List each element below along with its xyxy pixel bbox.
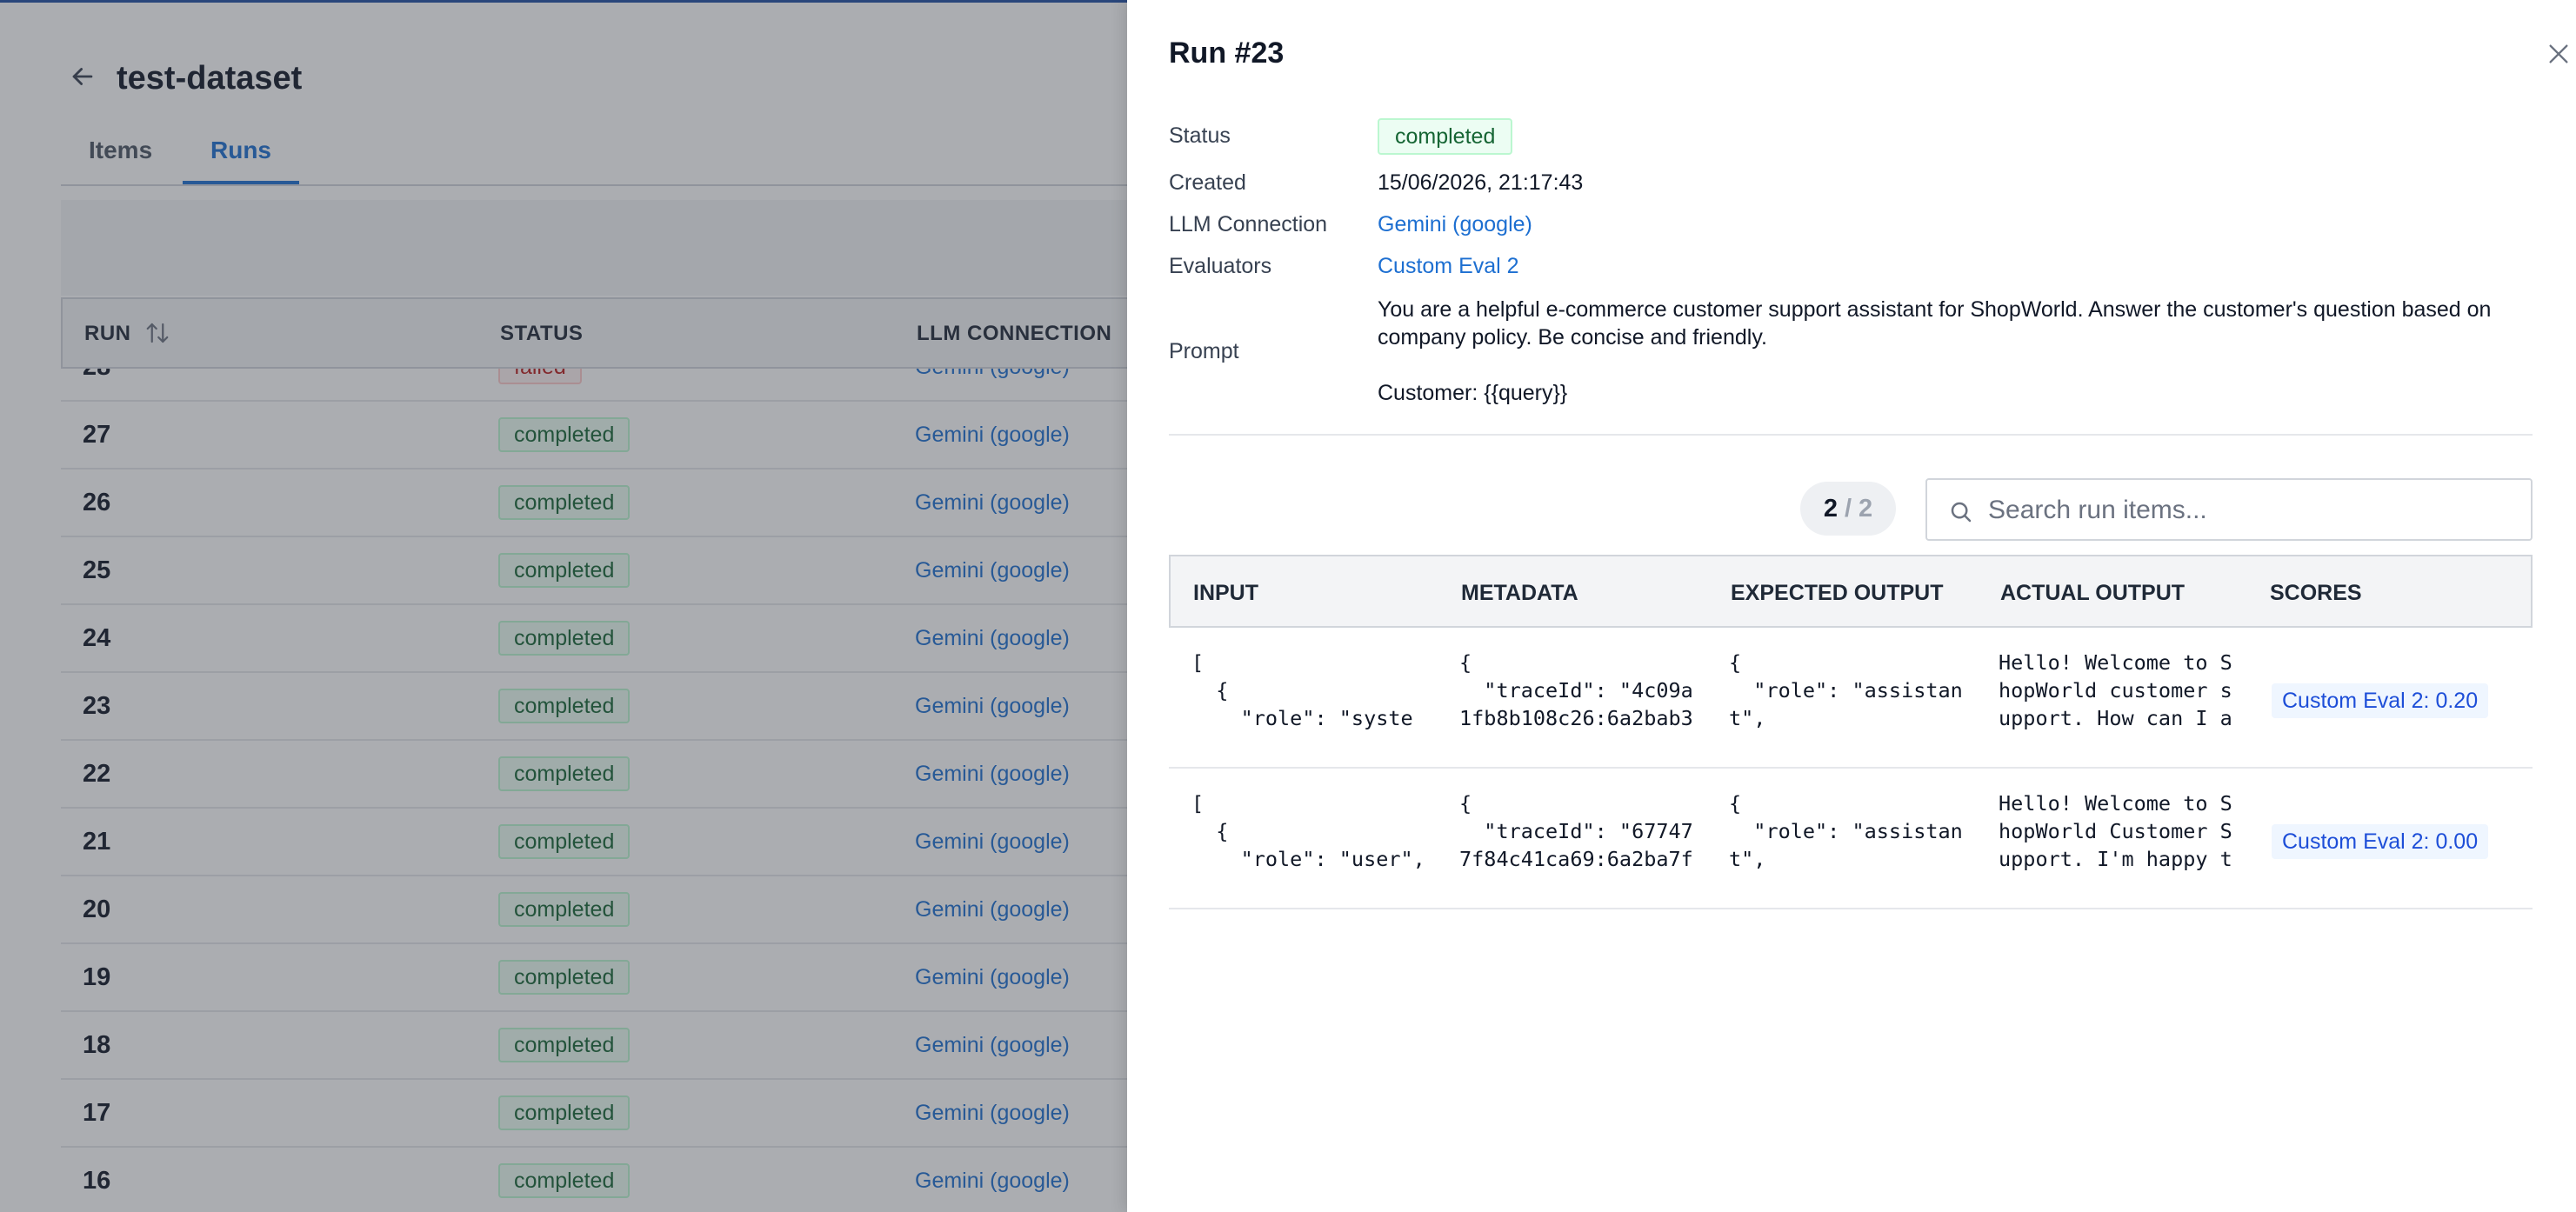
prompt-label: Prompt (1169, 339, 1239, 363)
run-item-row[interactable]: [ { "role": "user", "content": "I n { "t… (1169, 769, 2533, 909)
column-header-metadata: METADATA (1461, 581, 1578, 605)
section-divider (1169, 434, 2533, 436)
created-label: Created (1169, 170, 1246, 195)
item-expected-output-cell: { "role": "assistan t", "content": "Our … (1729, 650, 1963, 736)
modal-overlay[interactable] (0, 0, 1127, 1212)
item-count-pill: 2 / 2 (1800, 482, 1896, 536)
prompt-line: company policy. Be concise and friendly. (1378, 325, 1767, 350)
search-icon (1948, 499, 1974, 525)
item-count-total: 2 (1859, 494, 1873, 523)
search-box (1925, 478, 2533, 541)
run-items-table: INPUT METADATA EXPECTED OUTPUT ACTUAL OU… (1169, 555, 2533, 909)
status-badge: completed (1378, 118, 1513, 155)
prompt-gap (1378, 351, 2543, 379)
score-badge[interactable]: Custom Eval 2: 0.20 (2272, 683, 2489, 718)
run-item-row[interactable]: [ { "role": "syste m", { "traceId": "4c0… (1169, 628, 2533, 769)
run-detail-drawer: Run #23 Status completed Created 15/06/2… (1127, 0, 2576, 1212)
item-metadata-cell: { "traceId": "67747 7f84c41ca69:6a2ba7f … (1459, 791, 1693, 876)
llm-connection-link[interactable]: Gemini (google) (1378, 212, 1532, 237)
search-input[interactable] (1988, 489, 2519, 532)
item-metadata-cell: { "traceId": "4c09a 1fb8b108c26:6a2bab3 … (1459, 650, 1693, 736)
column-header-actual-output: ACTUAL OUTPUT (2000, 581, 2186, 605)
column-header-expected-output: EXPECTED OUTPUT (1731, 581, 1944, 605)
item-count-current: 2 (1823, 494, 1838, 523)
item-expected-output-cell: { "role": "assistan t", "content": "I've (1729, 791, 1963, 876)
item-actual-output-cell: Hello! Welcome to S hopWorld Customer S … (1999, 791, 2232, 876)
created-value: 15/06/2026, 21:17:43 (1378, 170, 1584, 195)
column-header-input: INPUT (1193, 581, 1258, 605)
prompt-line: You are a helpful e-commerce customer su… (1378, 297, 2492, 322)
prompt-text: You are a helpful e-commerce customer su… (1378, 296, 2543, 407)
item-count-separator: / (1844, 494, 1852, 523)
close-button[interactable] (2541, 35, 2576, 77)
item-actual-output-cell: Hello! Welcome to S hopWorld customer s … (1999, 650, 2232, 736)
drawer-title: Run #23 (1169, 37, 1285, 70)
close-icon (2545, 40, 2573, 72)
item-input-cell: [ { "role": "user", "content": "I n (1191, 791, 1425, 876)
column-header-scores: SCORES (2270, 581, 2362, 605)
score-badge[interactable]: Custom Eval 2: 0.00 (2272, 824, 2489, 859)
status-label: Status (1169, 123, 1231, 148)
run-items-header: INPUT METADATA EXPECTED OUTPUT ACTUAL OU… (1169, 555, 2533, 628)
evaluator-link[interactable]: Custom Eval 2 (1378, 254, 1519, 279)
llm-connection-label: LLM Connection (1169, 212, 1328, 236)
item-input-cell: [ { "role": "syste m", (1191, 650, 1413, 736)
evaluators-label: Evaluators (1169, 254, 1272, 278)
prompt-line: Customer: {{query}} (1378, 381, 1568, 405)
